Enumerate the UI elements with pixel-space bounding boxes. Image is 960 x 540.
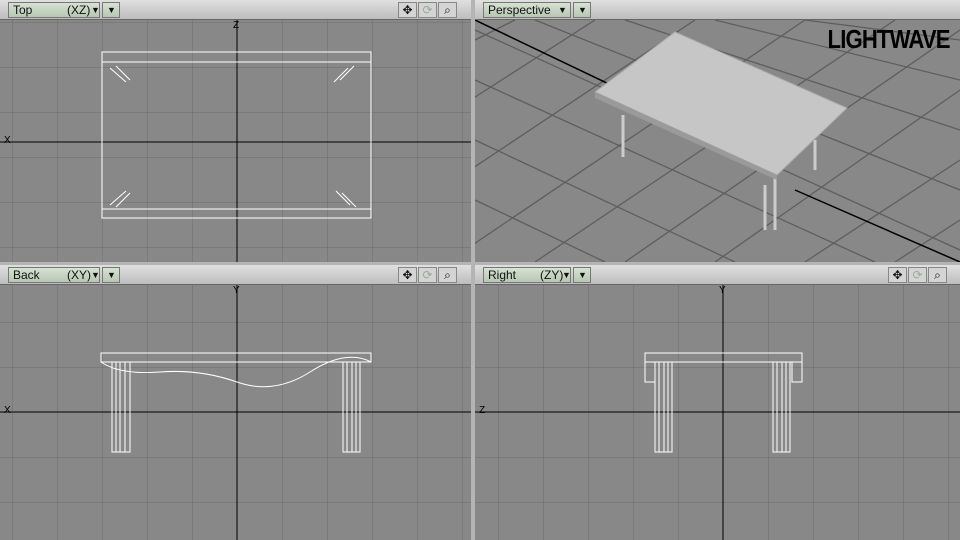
render-mode-dropdown[interactable]: ▼ xyxy=(102,267,120,283)
top-view-canvas xyxy=(0,20,471,262)
rotate-view-icon[interactable]: ⟳ xyxy=(908,267,927,283)
render-mode-dropdown[interactable]: ▼ xyxy=(573,267,591,283)
perspective-viewport[interactable]: LIGHTWAVE xyxy=(475,20,960,262)
view-type-dropdown[interactable]: Right (ZY) ▼ xyxy=(483,267,571,283)
chevron-down-icon: ▼ xyxy=(91,5,100,15)
perspective-canvas xyxy=(475,20,960,262)
render-mode-dropdown[interactable]: ▼ xyxy=(573,2,591,18)
right-viewport-header: Right (ZY) ▼ ▼ ✥ ⟳ ⌕ xyxy=(475,265,960,285)
chevron-down-icon: ▼ xyxy=(91,270,100,280)
render-mode-dropdown[interactable]: ▼ xyxy=(102,2,120,18)
back-view-canvas xyxy=(0,285,471,540)
lightwave-logo: LIGHTWAVE xyxy=(827,24,951,54)
axis-label: X xyxy=(4,405,11,416)
axis-label: X xyxy=(4,135,11,146)
chevron-down-icon: ▼ xyxy=(562,270,571,280)
zoom-view-icon[interactable]: ⌕ xyxy=(438,267,457,283)
axis-label: Y xyxy=(719,285,726,296)
move-view-icon[interactable]: ✥ xyxy=(398,2,417,18)
right-viewport[interactable]: Y Z xyxy=(475,285,960,540)
top-viewport-header: Top (XZ) ▼ ▼ ✥ ⟳ ⌕ xyxy=(0,0,471,20)
axis-label: Y xyxy=(233,285,240,296)
chevron-down-icon: ▼ xyxy=(558,5,567,15)
chevron-down-icon: ▼ xyxy=(578,270,587,280)
back-viewport-header: Back (XY) ▼ ▼ ✥ ⟳ ⌕ xyxy=(0,265,471,285)
move-view-icon[interactable]: ✥ xyxy=(398,267,417,283)
chevron-down-icon: ▼ xyxy=(107,5,116,15)
right-view-canvas xyxy=(475,285,960,540)
view-type-dropdown[interactable]: Top (XZ) ▼ xyxy=(8,2,100,18)
back-viewport[interactable]: Y X xyxy=(0,285,471,540)
zoom-view-icon[interactable]: ⌕ xyxy=(438,2,457,18)
move-view-icon[interactable]: ✥ xyxy=(888,267,907,283)
rotate-view-icon[interactable]: ⟳ xyxy=(418,267,437,283)
axis-label: Z xyxy=(233,20,240,31)
perspective-viewport-header: Perspective ▼ ▼ xyxy=(475,0,960,20)
axis-label: Z xyxy=(479,405,486,416)
top-viewport[interactable]: Z X xyxy=(0,20,471,262)
chevron-down-icon: ▼ xyxy=(578,5,587,15)
axes-label: (XZ) xyxy=(67,3,91,17)
rotate-view-icon[interactable]: ⟳ xyxy=(418,2,437,18)
zoom-view-icon[interactable]: ⌕ xyxy=(928,267,947,283)
chevron-down-icon: ▼ xyxy=(107,270,116,280)
view-type-dropdown[interactable]: Back (XY) ▼ xyxy=(8,267,100,283)
axes-label: (XY) xyxy=(67,268,91,282)
axes-label: (ZY) xyxy=(540,268,564,282)
view-type-dropdown[interactable]: Perspective ▼ xyxy=(483,2,571,18)
